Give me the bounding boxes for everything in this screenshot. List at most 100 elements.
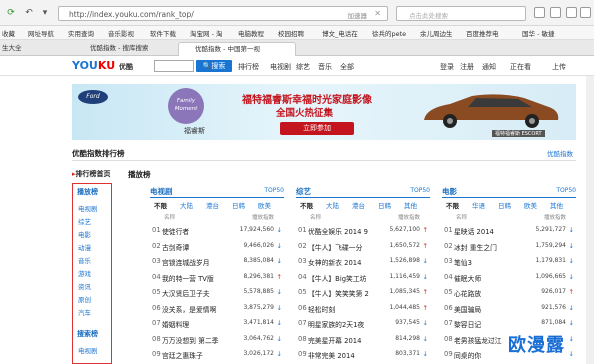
nav-login[interactable]: 登录 [440,62,454,72]
favorite-item[interactable]: 校园招聘 [278,28,304,38]
title-link[interactable]: 星映话 2014 [454,226,522,236]
table-row[interactable]: 06 美国骗局 921,576 ↓ [442,304,576,316]
table-row[interactable]: 02 【牛人】飞碟一分 1,650,572 ↑ [296,242,430,254]
table-row[interactable]: 08 万万没想到 第二季 3,064,762 ↓ [150,335,284,347]
nav-music[interactable]: 音乐 [318,62,332,72]
top50-link[interactable]: TOP50 [556,187,576,194]
title-link[interactable]: 冰封 重生之门 [454,242,522,252]
filter-tab[interactable]: 大陆 [326,200,339,210]
table-row[interactable]: 04 催眠大师 1,096,665 ↓ [442,273,576,285]
nav-upload[interactable]: 上传 [552,62,566,72]
filter-tab[interactable]: 日韩 [498,200,511,210]
sidebar-home[interactable]: ▸排行榜首页 [72,169,111,179]
table-row[interactable]: 04 【牛人】Big笑工坊 1,116,459 ↓ [296,273,430,285]
top50-link[interactable]: TOP50 [410,187,430,194]
filter-tab[interactable]: 港台 [206,200,219,210]
sidebar-item-news[interactable]: 资讯 [78,281,91,291]
favorite-item[interactable]: 博文_电话在 [322,28,358,38]
table-row[interactable]: 09 非常完美 2014 803,371 ↓ [296,350,430,362]
table-row[interactable]: 02 冰封 重生之门 1,759,294 ↓ [442,242,576,254]
title-link[interactable]: 黎容日记 [454,319,522,329]
favorite-item[interactable]: 国华 - 敏捷 [522,28,554,38]
title-link[interactable]: 轻松时刻 [308,304,376,314]
table-row[interactable]: 06 轻松时刻 1,044,485 ↑ [296,304,430,316]
title-link[interactable]: 【牛人】飞碟一分 [308,242,376,252]
title-link[interactable]: 优酷全娱乐 2014 9 [308,226,376,236]
nav-all[interactable]: 全部 [340,62,354,72]
top50-link[interactable]: TOP50 [264,187,284,194]
title-link[interactable]: 使徒行者 [162,226,230,236]
favorite-item[interactable]: 实用查询 [68,28,94,38]
table-row[interactable]: 07 明星家族的2天1夜 937,545 ↓ [296,319,430,331]
title-link[interactable]: 我的特一营 TV版 [162,273,230,283]
nav-notify[interactable]: 通知 [482,62,496,72]
nav-rank[interactable]: 排行榜 [238,62,259,72]
sidebar-item-auto[interactable]: 汽车 [78,307,91,317]
nav-watching[interactable]: 正在看 [510,62,531,72]
accelerate-label[interactable]: 加速器 [348,10,368,20]
filter-tab[interactable]: 其他 [550,200,563,210]
nav-tv[interactable]: 电视剧 [270,62,291,72]
tab-youku-index[interactable]: 优酷指数 - 中国第一视 [178,42,296,56]
filter-tab[interactable]: 其他 [404,200,417,210]
sidebar-item-game[interactable]: 游戏 [78,268,91,278]
title-link[interactable]: 宫锁连城战岁月 [162,257,230,267]
table-row[interactable]: 01 使徒行者 17,924,560 ↓ [150,226,284,238]
youku-index-link[interactable]: 优酷指数 [547,148,573,158]
sidebar-head-play[interactable]: 播放榜 [77,187,98,197]
table-row[interactable]: 08 完美星开幕 2014 814,298 ↓ [296,335,430,347]
table-row[interactable]: 01 星映话 2014 5,291,727 ↓ [442,226,576,238]
favorite-item[interactable]: 余儿周边生 [420,28,453,38]
back-icon[interactable]: ↶ [22,6,36,20]
table-row[interactable]: 03 宫锁连城战岁月 8,385,084 ↓ [150,257,284,269]
table-row[interactable]: 07 黎容日记 871,084 ↓ [442,319,576,331]
title-link[interactable]: 完美星开幕 2014 [308,335,376,345]
star-icon[interactable] [550,7,561,18]
sidebar-item-original[interactable]: 原创 [78,294,91,304]
gear-icon[interactable] [566,7,577,18]
filter-tab[interactable]: 港台 [352,200,365,210]
tab-youku-search[interactable]: 优酷指数 - 搜库搜索 [74,42,148,56]
table-row[interactable]: 04 我的特一营 TV版 8,296,381 ↑ [150,273,284,285]
sidebar-item-movie[interactable]: 电影 [78,229,91,239]
sidebar-item-search-tv[interactable]: 电视剧 [78,345,98,355]
title-link[interactable]: 心花路放 [454,288,522,298]
youku-search-button[interactable]: 🔍搜索 [196,60,232,72]
table-row[interactable]: 03 女神的新衣 2014 1,526,898 ↓ [296,257,430,269]
favorite-item[interactable]: 音乐影视 [108,28,134,38]
sidebar-item-music[interactable]: 音乐 [78,255,91,265]
sidebar-item-anime[interactable]: 动漫 [78,242,91,252]
filter-tab[interactable]: 不限 [154,200,167,210]
sidebar-head-search[interactable]: 搜索榜 [77,329,98,339]
filter-tab[interactable]: 日韩 [232,200,245,210]
title-link[interactable]: 【牛人】Big笑工坊 [308,273,376,283]
table-row[interactable]: 01 优酷全娱乐 2014 9 5,627,100 ↑ [296,226,430,238]
title-link[interactable]: 【牛人】笑笑笑第 2 [308,288,376,298]
favorite-item[interactable]: 淘宝网 - 淘 [190,28,222,38]
table-row[interactable]: 03 笔仙3 1,179,831 ↓ [442,257,576,269]
filter-tab[interactable]: 欧美 [524,200,537,210]
table-row[interactable]: 07 婚姻料理 3,471,814 ↓ [150,319,284,331]
chevron-down-icon[interactable]: ▾ [38,6,52,20]
title-link[interactable]: 没关系，是爱情啊 [162,304,230,314]
filter-tab[interactable]: 欧美 [258,200,271,210]
sidebar-item-tv[interactable]: 电视剧 [78,203,98,213]
title-link[interactable]: 婚姻料理 [162,319,230,329]
table-row[interactable]: 06 没关系，是爱情啊 3,875,279 ↓ [150,304,284,316]
favorite-item[interactable]: 网址导航 [28,28,54,38]
menu-icon[interactable] [580,7,591,18]
browser-search-input[interactable]: 点击此处搜索 [396,6,526,21]
refresh-icon[interactable]: ⟳ [4,6,18,20]
scrollbar[interactable] [586,76,594,364]
home-icon[interactable] [534,7,545,18]
filter-tab[interactable]: 华语 [472,200,485,210]
title-link[interactable]: 明星家族的2天1夜 [308,319,376,329]
filter-tab[interactable]: 日韩 [378,200,391,210]
title-link[interactable]: 大汉贤后卫子夫 [162,288,230,298]
title-link[interactable]: 女神的新衣 2014 [308,257,376,267]
tab-left[interactable]: 生大全 [0,42,22,56]
favorite-item[interactable]: 电脑教程 [238,28,264,38]
ad-banner[interactable]: Ford Family Moment 福睿斯 福特福睿斯幸福时光家庭影像 全国火… [72,84,576,140]
sidebar-item-variety[interactable]: 综艺 [78,216,91,226]
favorite-item[interactable]: 软件下载 [150,28,176,38]
